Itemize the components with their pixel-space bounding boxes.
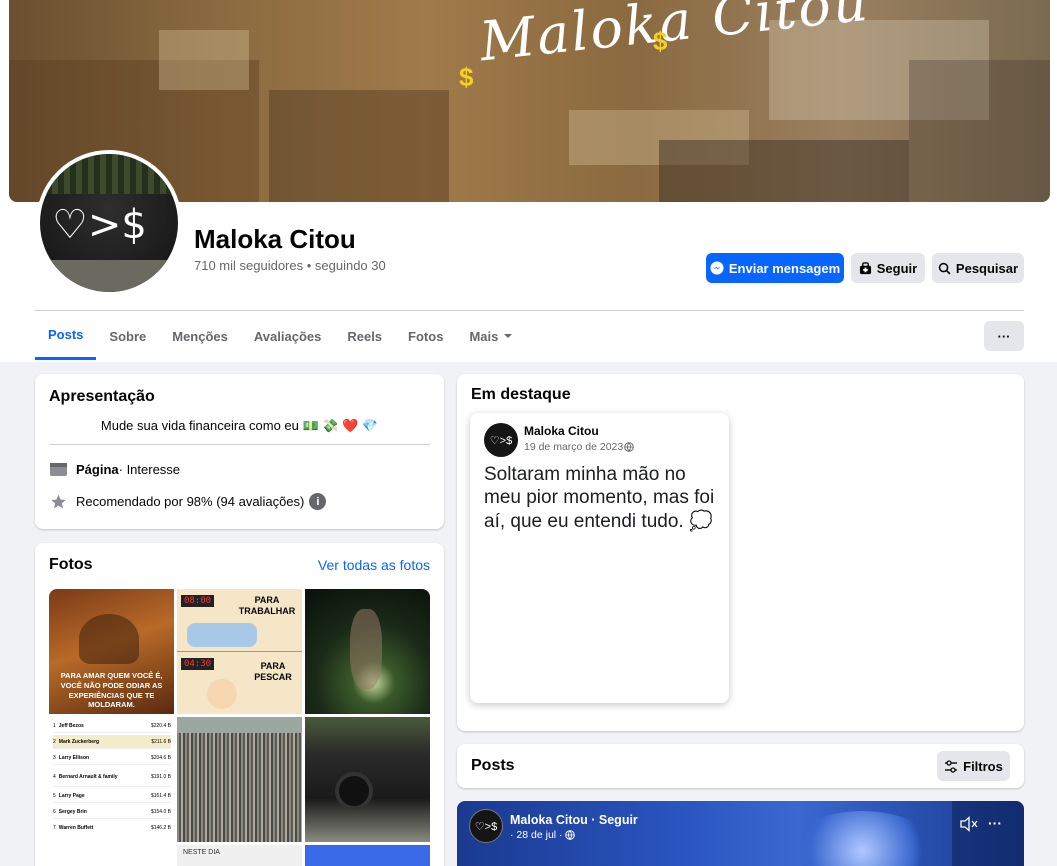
rating-text: Recomendado por 98% (94 avaliações) <box>76 494 305 509</box>
follow-button[interactable]: Seguir <box>851 253 925 283</box>
tab-reels[interactable]: Reels <box>334 312 395 360</box>
profile-avatar[interactable]: ♡>$ <box>36 150 182 296</box>
featured-title: Em destaque <box>471 386 571 403</box>
featured-text: Soltaram minha mão no meu pior momento, … <box>484 464 715 532</box>
filters-icon <box>945 759 958 773</box>
post-card: ♡>$ Maloka Citou · Seguir · 28 de jul · … <box>457 801 1024 866</box>
send-message-label: Enviar mensagem <box>728 260 841 276</box>
featured-date[interactable]: 19 de março de 2023 <box>524 441 623 453</box>
photo-thumbnail[interactable] <box>305 589 430 714</box>
avatar-graffiti: ♡>$ <box>52 202 147 248</box>
post-author-avatar[interactable]: ♡>$ <box>469 809 503 843</box>
category-label: Página <box>76 461 119 477</box>
ranking-row: 1 Jeff Bezos $220.4 B <box>53 719 171 733</box>
category-icon <box>49 461 67 477</box>
ranking-row: 6 Sergey Brin $154.0 B <box>53 805 171 819</box>
photo-text: PARA TRABALHAR <box>238 595 296 616</box>
photo-thumbnail[interactable] <box>49 845 174 866</box>
globe-icon <box>624 442 635 452</box>
dollar-sign-icon: $ <box>653 26 668 56</box>
tab-photos[interactable]: Fotos <box>395 312 456 360</box>
follow-label: Seguir <box>876 260 918 276</box>
tab-posts[interactable]: Posts <box>35 312 97 360</box>
posts-title: Posts <box>471 757 515 774</box>
photo-thumbnail[interactable] <box>305 845 430 866</box>
ranking-row: 2 Mark Zuckerberg $211.6 B <box>53 735 171 749</box>
photo-caption: NESTE DIA <box>183 849 220 856</box>
posts-header-card: Posts Filtros <box>457 744 1024 788</box>
category-row: Página · Interesse <box>49 461 430 477</box>
profile-tabs: Posts Sobre Menções Avaliações Reels Fot… <box>35 312 526 360</box>
photo-text: PARA PESCAR <box>254 661 292 682</box>
mute-icon[interactable] <box>960 816 978 832</box>
featured-post[interactable]: ♡>$ Maloka Citou 19 de março de 2023 Sol… <box>470 413 729 703</box>
intro-divider <box>49 444 430 445</box>
photo-caption: PARA AMAR QUEM VOCÊ É, VOCÊ NÃO PODE ODI… <box>60 671 163 710</box>
featured-author-avatar[interactable]: ♡>$ <box>484 423 518 457</box>
search-label: Pesquisar <box>955 260 1019 276</box>
post-more-options-button[interactable]: ··· <box>988 815 1002 831</box>
photo-thumbnail[interactable] <box>177 717 302 842</box>
tab-more[interactable]: Mais <box>456 312 526 360</box>
search-button[interactable]: Pesquisar <box>932 253 1024 283</box>
intro-bio: Mude sua vida financeira como eu 💵 💸 ❤️ … <box>100 418 379 433</box>
send-message-button[interactable]: Enviar mensagem <box>706 253 844 283</box>
post-author[interactable]: Maloka Citou · Seguir <box>510 813 638 827</box>
see-all-photos-link[interactable]: Ver todas as fotos <box>318 557 430 573</box>
post-date[interactable]: · 28 de jul · <box>510 829 563 841</box>
photos-title: Fotos <box>49 556 93 573</box>
follow-icon <box>859 261 871 274</box>
photo-thumbnail[interactable]: 1 Jeff Bezos $220.4 B 2 Mark Zuckerberg $211… <box>49 717 174 842</box>
filters-label: Filtros <box>963 758 1003 774</box>
ranking-row: 7 Warren Buffett $146.2 B <box>53 825 171 831</box>
photo-thumbnail[interactable]: NESTE DIA <box>177 845 302 866</box>
photo-thumbnail[interactable]: 08:00 PARA TRABALHAR 04:30 PARA PESCAR <box>177 589 302 714</box>
clock-label: 08:00 <box>181 595 215 607</box>
search-icon <box>938 262 951 274</box>
post-date-row: · 28 de jul · <box>510 829 575 841</box>
messenger-icon <box>710 261 724 275</box>
globe-icon <box>564 830 575 840</box>
profile-name: Maloka Citou <box>194 224 356 254</box>
intro-title: Apresentação <box>49 388 155 405</box>
tab-reviews[interactable]: Avaliações <box>241 312 334 360</box>
header-divider <box>35 310 1024 311</box>
ranking-row: 3 Larry Ellison $204.6 B <box>53 751 171 765</box>
dollar-sign-icon: $ <box>459 62 474 92</box>
tab-more-label: Mais <box>469 328 499 344</box>
tab-mentions[interactable]: Menções <box>159 312 241 360</box>
category-type: · Interesse <box>118 461 181 477</box>
photo-thumbnail[interactable] <box>305 717 430 842</box>
clock-label: 04:30 <box>181 658 215 670</box>
profile-stats[interactable]: 710 mil seguidores • seguindo 30 <box>194 258 386 273</box>
intro-card: Apresentação Mude sua vida financeira co… <box>35 374 444 529</box>
ranking-row: 5 Larry Page $161.4 B <box>53 789 171 803</box>
profile-header: Maloka Citou $ $ ♡>$ Maloka Citou 710 mi… <box>0 0 1057 362</box>
featured-date-row: 19 de março de 2023 <box>524 441 635 453</box>
tab-about[interactable]: Sobre <box>96 312 159 360</box>
photos-card: Fotos Ver todas as fotos PARA AMAR QUEM … <box>35 543 444 866</box>
rating-row: Recomendado por 98% (94 avaliações) i <box>49 493 430 510</box>
featured-author-name[interactable]: Maloka Citou <box>524 424 599 438</box>
star-icon <box>49 494 67 510</box>
filters-button[interactable]: Filtros <box>937 751 1010 781</box>
photo-thumbnail[interactable]: PARA AMAR QUEM VOCÊ É, VOCÊ NÃO PODE ODI… <box>49 589 174 714</box>
caret-down-icon <box>504 334 513 338</box>
info-icon[interactable]: i <box>309 493 327 510</box>
ranking-row: 4 Bernard Arnault & family $191.0 B <box>53 767 171 787</box>
more-options-button[interactable]: ··· <box>984 321 1024 351</box>
